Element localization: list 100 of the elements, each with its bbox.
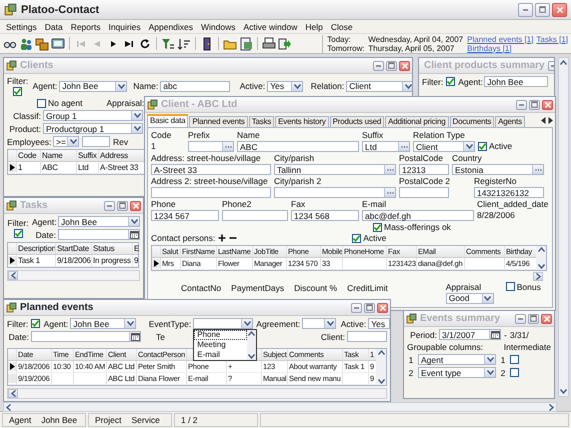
combo-box[interactable]: Client xyxy=(346,80,412,92)
maximize-button[interactable] xyxy=(386,60,397,70)
menu-item[interactable]: Active window xyxy=(244,22,298,32)
dropdown-button[interactable] xyxy=(484,368,495,377)
tab[interactable]: Events history xyxy=(275,116,329,127)
minimize-button[interactable] xyxy=(515,314,526,324)
lookup-field[interactable]: Estonia xyxy=(452,164,544,175)
menu-item[interactable]: Inquiries xyxy=(108,22,141,32)
lookup-field[interactable]: Tallinn xyxy=(274,164,396,175)
monitor-icon[interactable] xyxy=(51,36,65,50)
row-selector[interactable] xyxy=(8,163,16,172)
lookup-field[interactable] xyxy=(274,187,396,198)
combo-box[interactable]: John Bee xyxy=(70,318,136,329)
text-field[interactable]: 14321326132 xyxy=(474,187,544,198)
scrollbar[interactable] xyxy=(376,349,386,385)
minimize-button[interactable] xyxy=(373,60,384,70)
date-field[interactable] xyxy=(58,229,140,240)
dropdown-option[interactable]: E-mail xyxy=(194,350,248,360)
maximize-button[interactable] xyxy=(528,314,539,324)
menu-item[interactable]: Appendixes xyxy=(148,22,194,32)
menu-item[interactable]: Close xyxy=(330,22,353,32)
tab[interactable]: Agents xyxy=(495,116,525,127)
checkbox[interactable] xyxy=(373,222,382,232)
scroll-left-button[interactable] xyxy=(8,389,18,398)
column-header[interactable]: Description xyxy=(16,243,55,254)
tab[interactable]: Additional pricing xyxy=(385,116,448,127)
dropdown-button[interactable] xyxy=(67,137,78,146)
filter-icon[interactable] xyxy=(161,36,175,50)
add-icon[interactable] xyxy=(218,234,226,242)
row-selector[interactable] xyxy=(8,362,16,371)
calendar-button[interactable] xyxy=(128,230,139,239)
menu-item[interactable]: Reports xyxy=(70,22,100,32)
close-button[interactable] xyxy=(399,60,410,70)
combo-box[interactable] xyxy=(302,318,336,329)
checkbox[interactable] xyxy=(446,77,456,86)
dropdown-option[interactable]: Meeting xyxy=(194,340,248,350)
combo-box[interactable]: Yes xyxy=(267,80,304,92)
dropdown-button[interactable] xyxy=(115,82,126,90)
column-header[interactable]: E xyxy=(132,243,138,254)
dropdown-button[interactable] xyxy=(291,82,302,90)
menu-item[interactable]: Help xyxy=(305,22,323,32)
column-header[interactable]: Status xyxy=(91,243,132,254)
lookup-field[interactable]: Ltd xyxy=(362,141,410,152)
text-field[interactable] xyxy=(151,187,271,198)
calendar-button[interactable] xyxy=(129,332,140,341)
ellipsis-button[interactable] xyxy=(384,165,395,174)
remove-icon[interactable] xyxy=(229,237,238,240)
dropdown-button[interactable] xyxy=(131,111,142,120)
tab[interactable]: Tasks xyxy=(248,116,274,127)
printer-icon[interactable] xyxy=(262,36,276,50)
left-arrow-icon[interactable] xyxy=(541,117,546,124)
column-header[interactable]: StartDate xyxy=(55,243,91,254)
text-field[interactable]: abc xyxy=(160,80,230,92)
checkbox[interactable] xyxy=(13,87,22,96)
scrollbar[interactable] xyxy=(558,57,569,397)
checkbox[interactable] xyxy=(37,98,46,108)
calendar-button[interactable] xyxy=(489,330,500,339)
scrollbar[interactable] xyxy=(247,330,256,360)
ellipsis-button[interactable] xyxy=(222,142,233,151)
date-field[interactable] xyxy=(31,331,141,342)
scroll-left-button[interactable] xyxy=(8,271,18,280)
tab[interactable]: Planned events xyxy=(189,116,248,127)
dropdown-button[interactable] xyxy=(241,319,252,328)
text-field[interactable]: 1234 567 xyxy=(151,210,219,221)
dropdown-button[interactable] xyxy=(131,124,142,133)
export-icon[interactable] xyxy=(278,36,292,50)
checkbox[interactable] xyxy=(352,234,362,242)
link[interactable]: Tasks [1] xyxy=(536,34,568,44)
scroll-right-button[interactable] xyxy=(533,272,543,280)
ellipsis-button[interactable] xyxy=(398,142,409,151)
combo-box[interactable]: >= xyxy=(53,136,79,147)
minimize-button[interactable] xyxy=(104,200,115,210)
maximize-button[interactable] xyxy=(535,2,550,16)
column-header[interactable]: Code xyxy=(16,150,40,161)
dropdown-button[interactable] xyxy=(463,142,474,151)
text-field[interactable]: 12313 xyxy=(399,164,449,175)
combo-box[interactable]: Client xyxy=(413,141,475,152)
menu-item[interactable]: Settings xyxy=(6,22,37,32)
minimize-button[interactable] xyxy=(516,100,527,110)
boxes-icon[interactable] xyxy=(35,36,49,50)
scrollbar[interactable] xyxy=(3,402,557,412)
dropdown-button[interactable] xyxy=(402,82,412,90)
dropdown-button[interactable] xyxy=(128,217,139,226)
close-button[interactable] xyxy=(542,100,553,110)
sort-icon[interactable] xyxy=(177,36,191,50)
menu-item[interactable]: Windows xyxy=(201,22,236,32)
combo-box[interactable]: Event type xyxy=(418,367,496,378)
text-field[interactable]: A-Street 33 xyxy=(151,164,271,175)
dropdown-button[interactable] xyxy=(484,355,495,364)
column-header[interactable]: Name xyxy=(40,150,76,161)
scrollbar[interactable] xyxy=(7,388,387,399)
text-field[interactable]: Yes xyxy=(368,318,390,329)
right-arrow-icon[interactable] xyxy=(548,117,553,124)
people-icon[interactable] xyxy=(19,36,33,50)
tab[interactable]: Products used xyxy=(330,116,384,127)
scrollbar[interactable] xyxy=(536,246,546,270)
text-field[interactable] xyxy=(399,187,449,198)
combo-box[interactable]: John Bee xyxy=(59,80,128,92)
lookup-field[interactable] xyxy=(188,141,234,152)
checkbox[interactable] xyxy=(506,282,515,291)
